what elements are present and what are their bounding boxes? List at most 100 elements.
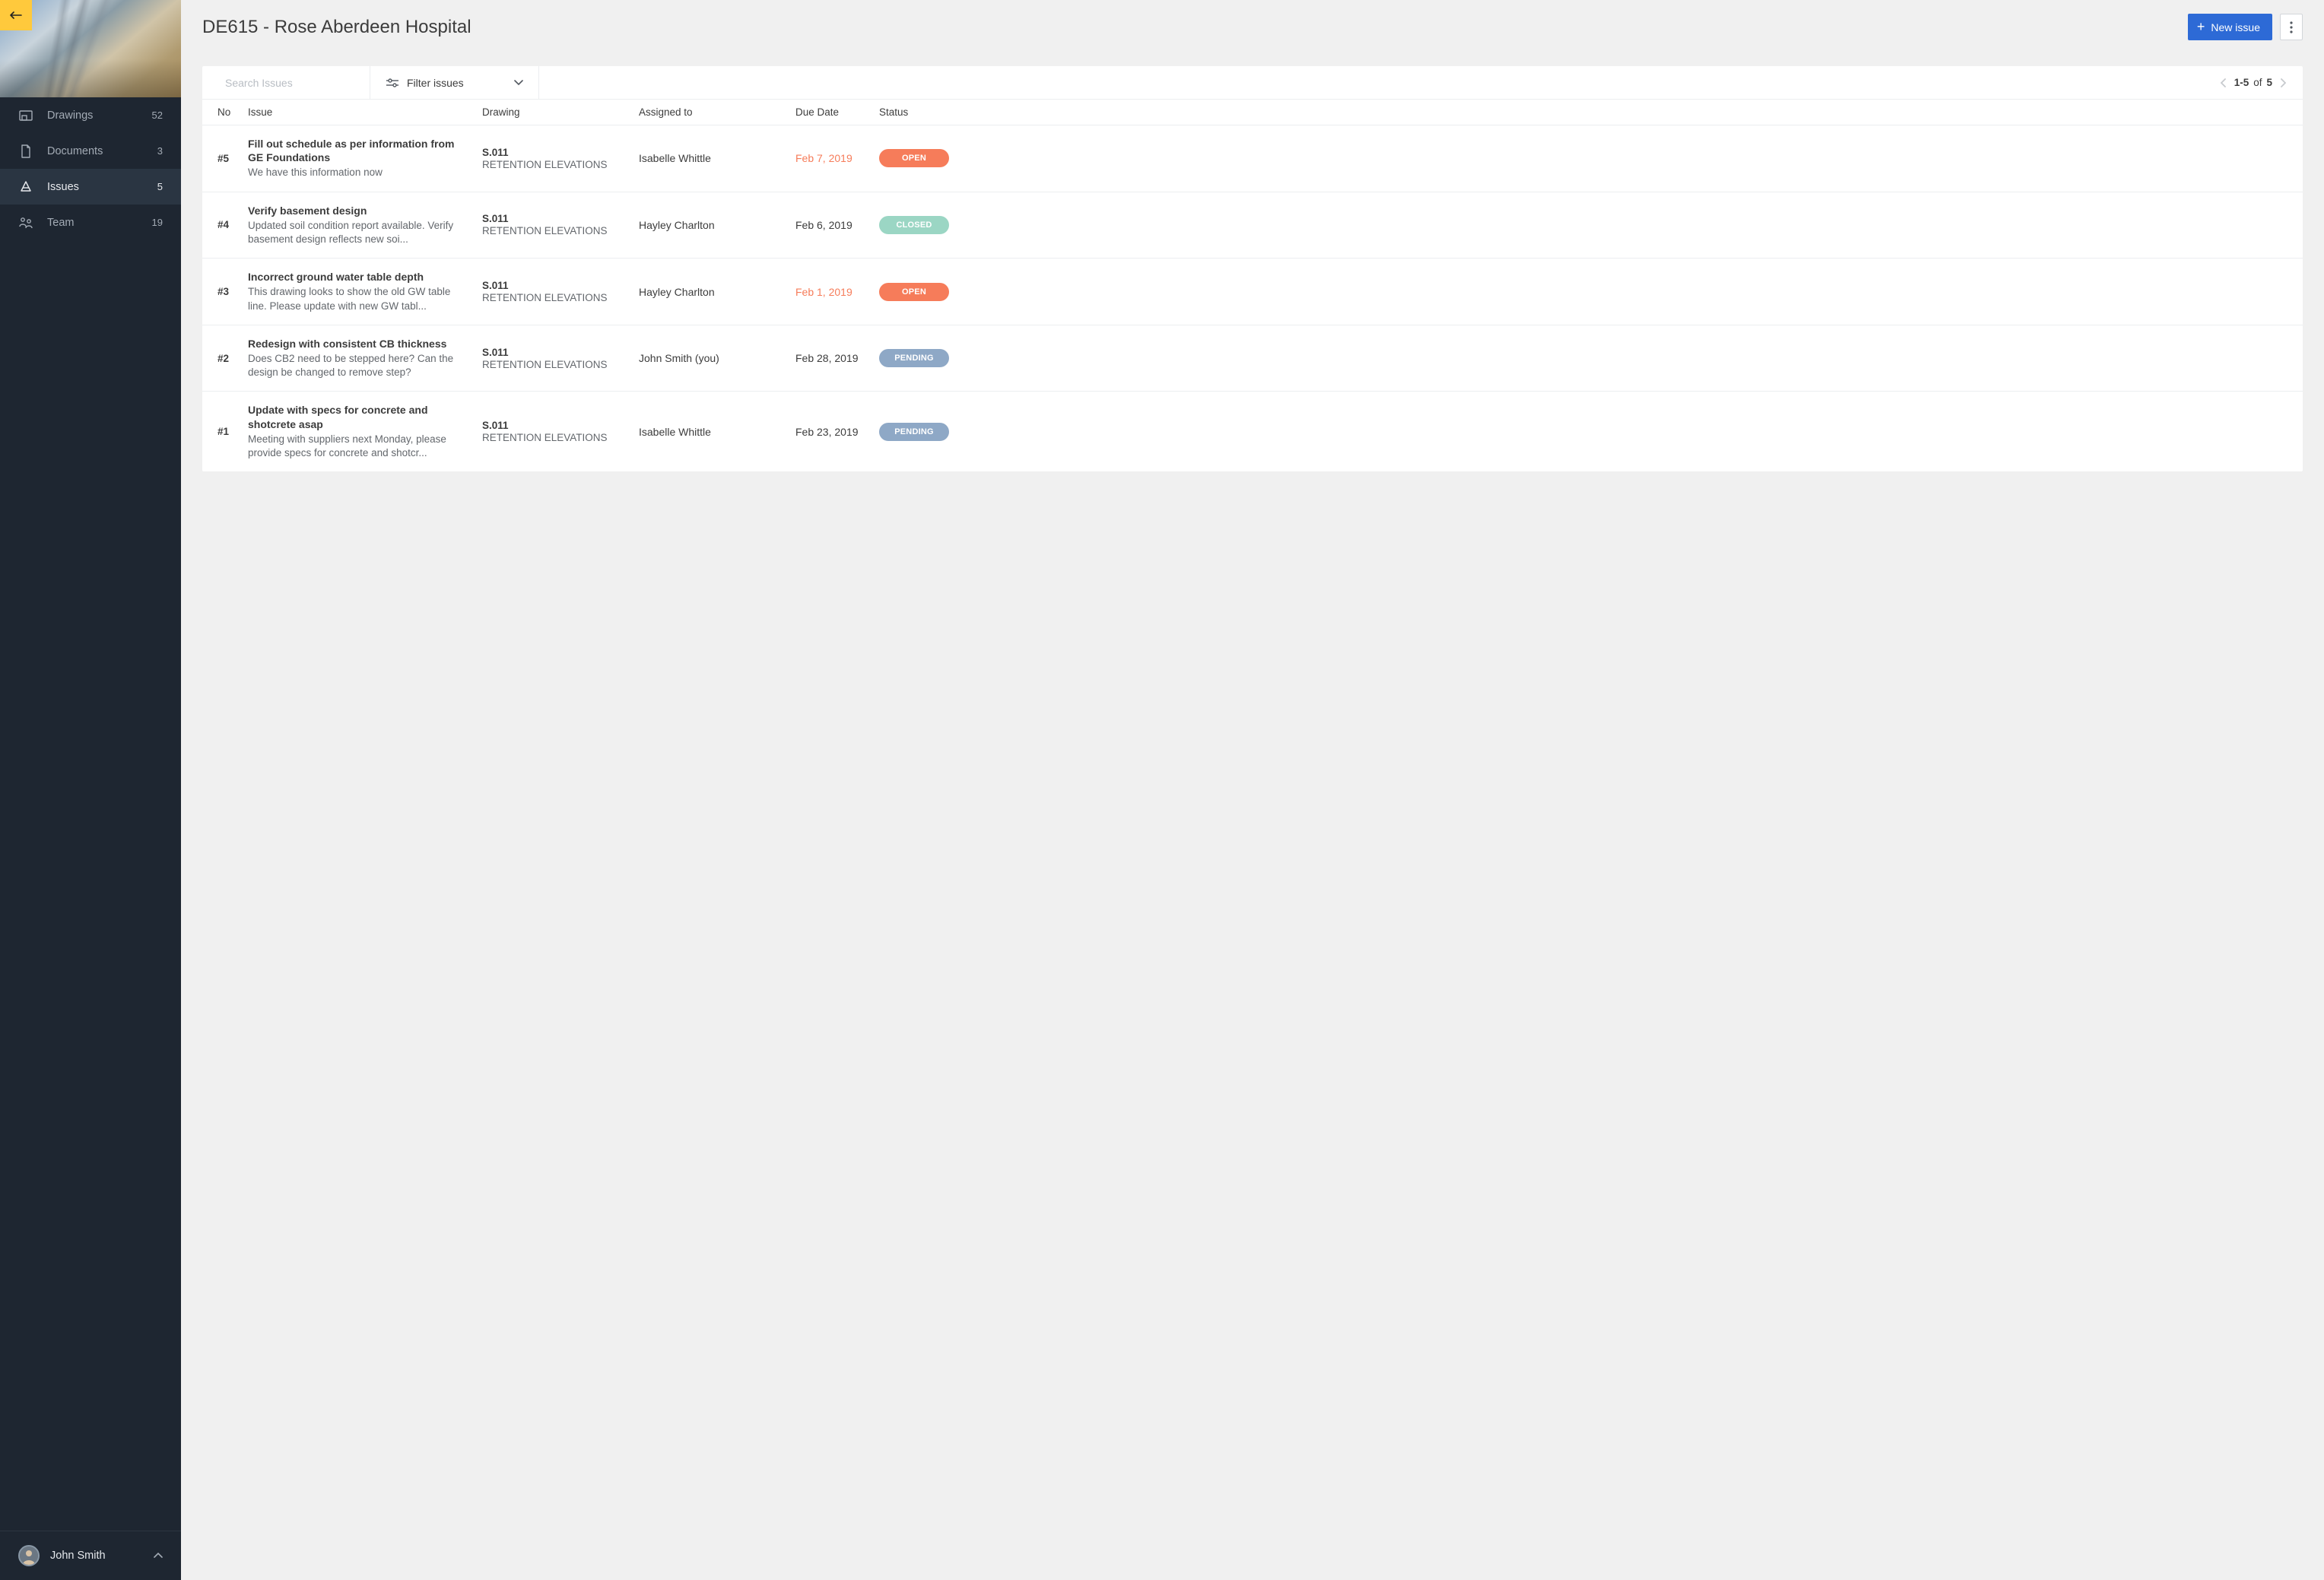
column-header-status[interactable]: Status — [879, 106, 978, 118]
issue-cell: Incorrect ground water table depth This … — [248, 270, 482, 313]
assigned-to: Isabelle Whittle — [639, 426, 795, 438]
search-box[interactable] — [202, 66, 370, 99]
drawing-id: S.011 — [482, 420, 639, 431]
drawing-name: RETENTION ELEVATIONS — [482, 359, 639, 370]
table-row[interactable]: #3 Incorrect ground water table depth Th… — [202, 259, 2303, 325]
sidebar: Drawings 52 Documents 3 Issues 5 — [0, 0, 181, 1580]
issue-description: Updated soil condition report available.… — [248, 219, 467, 246]
status-badge: PENDING — [879, 423, 949, 441]
assigned-to: Hayley Charlton — [639, 286, 795, 298]
sliders-icon — [386, 78, 399, 88]
status-cell: OPEN — [879, 283, 978, 301]
table-header: No Issue Drawing Assigned to Due Date St… — [202, 100, 2303, 125]
drawings-icon — [18, 108, 33, 123]
page-of-label: of — [2253, 77, 2262, 88]
status-badge: OPEN — [879, 149, 949, 167]
more-options-button[interactable] — [2280, 14, 2303, 40]
next-page-button[interactable] — [2277, 78, 2289, 87]
arrow-left-icon — [10, 11, 22, 20]
assigned-to: Isabelle Whittle — [639, 152, 795, 164]
issue-description: This drawing looks to show the old GW ta… — [248, 285, 467, 313]
new-issue-button[interactable]: + New issue — [2188, 14, 2272, 40]
toolbar: Filter issues 1-5 of 5 — [202, 66, 2303, 100]
column-header-drawing[interactable]: Drawing — [482, 106, 639, 118]
column-header-due[interactable]: Due Date — [795, 106, 879, 118]
column-header-no[interactable]: No — [217, 106, 248, 118]
sidebar-item-count: 19 — [152, 217, 163, 228]
issue-number: #1 — [217, 426, 248, 437]
sidebar-item-count: 5 — [157, 181, 163, 192]
issue-title: Incorrect ground water table depth — [248, 270, 467, 284]
avatar — [18, 1545, 40, 1566]
due-date: Feb 7, 2019 — [795, 152, 879, 164]
pagination: 1-5 of 5 — [2204, 77, 2303, 88]
issue-number: #5 — [217, 153, 248, 164]
issue-title: Verify basement design — [248, 204, 467, 217]
back-button[interactable] — [0, 0, 32, 30]
sidebar-item-count: 52 — [152, 109, 163, 121]
table-row[interactable]: #5 Fill out schedule as per information … — [202, 125, 2303, 192]
drawing-cell: S.011 RETENTION ELEVATIONS — [482, 147, 639, 170]
user-menu[interactable]: John Smith — [0, 1531, 181, 1580]
issue-title: Fill out schedule as per information fro… — [248, 137, 467, 164]
issues-icon — [18, 179, 33, 195]
sidebar-nav: Drawings 52 Documents 3 Issues 5 — [0, 97, 181, 1531]
prev-page-button[interactable] — [2218, 78, 2230, 87]
filter-label: Filter issues — [407, 77, 514, 89]
column-header-issue[interactable]: Issue — [248, 106, 482, 118]
drawing-id: S.011 — [482, 347, 639, 358]
issue-description: Does CB2 need to be stepped here? Can th… — [248, 352, 467, 379]
issue-cell: Redesign with consistent CB thickness Do… — [248, 337, 482, 380]
filter-dropdown[interactable]: Filter issues — [370, 66, 539, 99]
issue-number: #3 — [217, 286, 248, 297]
drawing-name: RETENTION ELEVATIONS — [482, 159, 639, 170]
page-title: DE615 - Rose Aberdeen Hospital — [202, 17, 2188, 38]
due-date: Feb 23, 2019 — [795, 426, 879, 438]
issues-panel: Filter issues 1-5 of 5 — [202, 66, 2303, 471]
user-name: John Smith — [50, 1550, 154, 1562]
issue-description: Meeting with suppliers next Monday, plea… — [248, 433, 467, 460]
sidebar-item-team[interactable]: Team 19 — [0, 205, 181, 240]
page-total: 5 — [2266, 77, 2272, 88]
assigned-to: John Smith (you) — [639, 352, 795, 364]
sidebar-item-drawings[interactable]: Drawings 52 — [0, 97, 181, 133]
drawing-id: S.011 — [482, 213, 639, 224]
header: DE615 - Rose Aberdeen Hospital + New iss… — [181, 0, 2324, 66]
drawing-name: RETENTION ELEVATIONS — [482, 432, 639, 443]
drawing-cell: S.011 RETENTION ELEVATIONS — [482, 420, 639, 443]
due-date: Feb 28, 2019 — [795, 352, 879, 364]
chevron-down-icon — [514, 80, 523, 86]
sidebar-item-count: 3 — [157, 145, 163, 157]
search-input[interactable] — [225, 77, 363, 89]
table-row[interactable]: #2 Redesign with consistent CB thickness… — [202, 325, 2303, 392]
sidebar-item-label: Team — [47, 217, 152, 229]
page-range: 1-5 — [2234, 77, 2249, 88]
due-date: Feb 6, 2019 — [795, 219, 879, 231]
sidebar-item-issues[interactable]: Issues 5 — [0, 169, 181, 205]
drawing-name: RETENTION ELEVATIONS — [482, 292, 639, 303]
status-badge: OPEN — [879, 283, 949, 301]
drawing-cell: S.011 RETENTION ELEVATIONS — [482, 280, 639, 303]
issue-title: Redesign with consistent CB thickness — [248, 337, 467, 351]
sidebar-item-label: Documents — [47, 145, 157, 157]
status-badge: CLOSED — [879, 216, 949, 234]
issue-cell: Fill out schedule as per information fro… — [248, 137, 482, 180]
project-hero-image — [0, 0, 181, 97]
issue-description: We have this information now — [248, 166, 467, 179]
drawing-cell: S.011 RETENTION ELEVATIONS — [482, 347, 639, 370]
sidebar-item-label: Issues — [47, 181, 157, 193]
drawing-id: S.011 — [482, 280, 639, 291]
table-row[interactable]: #1 Update with specs for concrete and sh… — [202, 392, 2303, 471]
due-date: Feb 1, 2019 — [795, 286, 879, 298]
issue-title: Update with specs for concrete and shotc… — [248, 403, 467, 430]
issue-number: #2 — [217, 353, 248, 364]
main-content: DE615 - Rose Aberdeen Hospital + New iss… — [181, 0, 2324, 1580]
issue-cell: Verify basement design Updated soil cond… — [248, 204, 482, 247]
sidebar-item-documents[interactable]: Documents 3 — [0, 133, 181, 169]
status-badge: PENDING — [879, 349, 949, 367]
table-row[interactable]: #4 Verify basement design Updated soil c… — [202, 192, 2303, 259]
new-issue-label: New issue — [2211, 21, 2260, 33]
column-header-assigned[interactable]: Assigned to — [639, 106, 795, 118]
plus-icon: + — [2197, 19, 2205, 35]
chevron-up-icon — [154, 1553, 163, 1559]
